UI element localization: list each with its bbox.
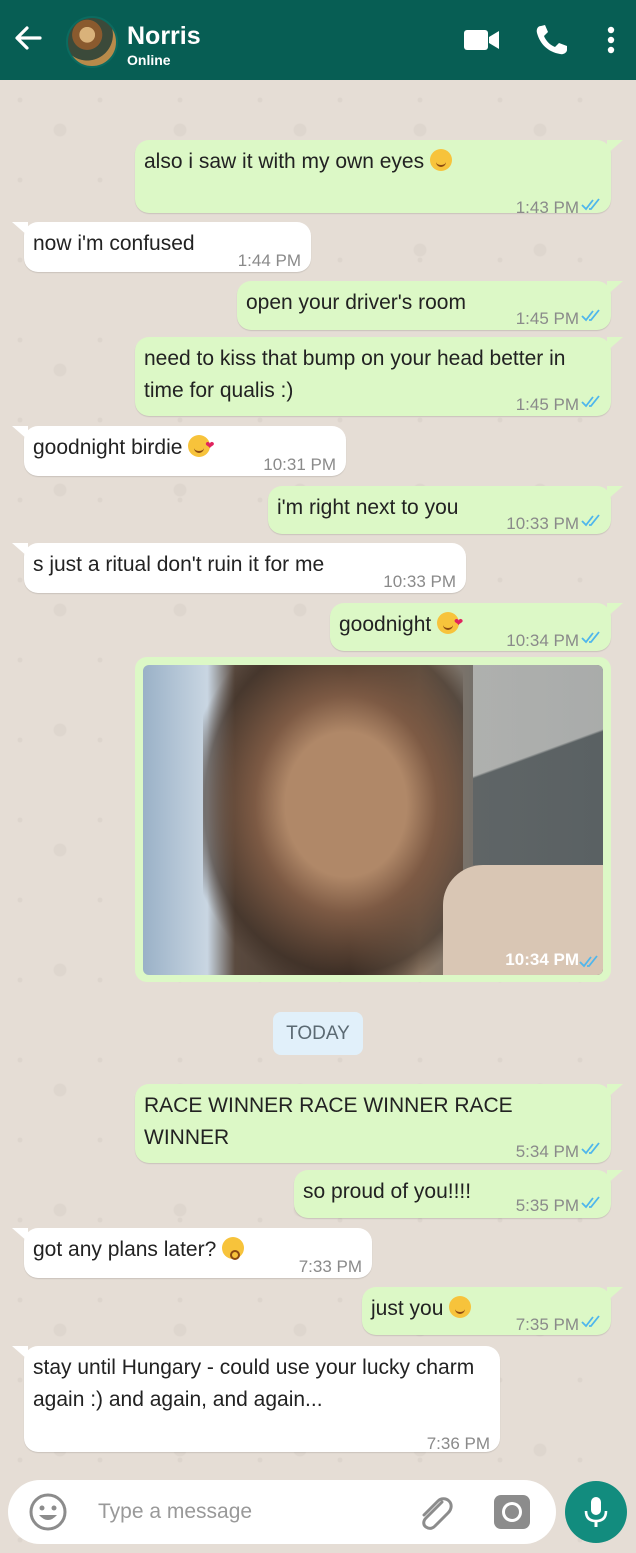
smiling-face-emoji-icon [430, 149, 453, 171]
read-tick-icon [581, 395, 600, 408]
message-text: now i'm confused [33, 232, 195, 255]
message-text: goodnight [339, 613, 432, 636]
message-bubble-incoming[interactable]: s just a ritual don't ruin it for me 10:… [12, 543, 466, 593]
message-time: 10:33 PM [383, 572, 456, 591]
kiss-face-emoji-icon [437, 607, 463, 639]
message-time: 10:34 PM [505, 950, 579, 969]
message-time: 1:44 PM [237, 251, 301, 270]
message-bubble-outgoing[interactable]: RACE WINNER RACE WINNER RACE WINNER 5:34… [135, 1084, 623, 1163]
date-separator: TODAY [273, 1012, 363, 1055]
message-time: 5:35 PM [515, 1196, 579, 1215]
contact-status: Online [127, 52, 171, 68]
contact-name[interactable]: Norris [127, 22, 201, 51]
read-tick-icon [579, 955, 598, 968]
message-time: 5:34 PM [515, 1142, 579, 1161]
message-time: 1:45 PM [515, 309, 579, 328]
dizzy-face-emoji-icon [222, 1237, 245, 1260]
message-bubble-outgoing[interactable]: also i saw it with my own eyes 1:43 PM [135, 140, 623, 217]
phone-call-icon[interactable] [532, 22, 572, 58]
chat-header: Norris Online [0, 0, 636, 80]
message-text: s just a ritual don't ruin it for me [33, 553, 325, 576]
message-text: i'm right next to you [277, 496, 459, 519]
message-bubble-incoming[interactable]: stay until Hungary - could use your luck… [12, 1346, 500, 1453]
message-time: 1:45 PM [515, 395, 579, 414]
attachment-icon[interactable] [412, 1492, 456, 1536]
read-tick-icon [581, 1142, 600, 1155]
message-time: 10:33 PM [506, 514, 579, 533]
message-time: 7:35 PM [515, 1315, 579, 1334]
message-time: 1:43 PM [515, 198, 579, 217]
message-bubble-outgoing[interactable]: goodnight 10:34 PM [330, 603, 623, 651]
message-time: 10:31 PM [263, 455, 336, 474]
message-input[interactable] [98, 1494, 398, 1530]
message-bubble-incoming[interactable]: goodnight birdie 10:31 PM [12, 426, 346, 476]
kiss-face-emoji-icon [188, 430, 214, 462]
message-text: open your driver's room [246, 291, 466, 314]
camera-icon[interactable] [492, 1492, 532, 1532]
back-arrow-icon[interactable] [10, 20, 46, 56]
message-time: 7:36 PM [426, 1434, 490, 1453]
message-text: just you [371, 1297, 444, 1320]
read-tick-icon [581, 309, 600, 322]
video-call-icon[interactable] [462, 22, 502, 58]
message-text: stay until Hungary - could use your luck… [33, 1356, 475, 1411]
message-bubble-outgoing[interactable]: need to kiss that bump on your head bett… [135, 337, 623, 416]
read-tick-icon [581, 631, 600, 644]
message-bubble-outgoing[interactable]: just you 7:35 PM [362, 1287, 623, 1335]
message-bubble-incoming[interactable]: now i'm confused 1:44 PM [12, 222, 311, 272]
contact-avatar[interactable] [66, 16, 118, 68]
message-time: 7:33 PM [298, 1257, 362, 1276]
microphone-button[interactable] [565, 1481, 627, 1543]
message-bubble-incoming[interactable]: got any plans later? 7:33 PM [12, 1228, 372, 1278]
message-bubble-outgoing[interactable]: so proud of you!!!! 5:35 PM [294, 1170, 623, 1218]
message-bubble-outgoing[interactable]: open your driver's room 1:45 PM [237, 281, 623, 330]
message-text: goodnight birdie [33, 436, 183, 459]
read-tick-icon [581, 514, 600, 527]
message-bubble-outgoing[interactable]: i'm right next to you 10:33 PM [268, 486, 623, 534]
read-tick-icon [581, 198, 600, 211]
message-time: 10:34 PM [506, 631, 579, 650]
message-text: also i saw it with my own eyes [144, 150, 425, 173]
message-composer [8, 1480, 556, 1544]
message-photo[interactable] [143, 665, 603, 975]
emoji-icon[interactable] [28, 1492, 68, 1532]
message-text: so proud of you!!!! [303, 1180, 472, 1203]
message-photo-bubble[interactable]: 10:34 PM [135, 657, 611, 982]
message-text: got any plans later? [33, 1238, 217, 1261]
microphone-icon [584, 1497, 608, 1527]
read-tick-icon [581, 1196, 600, 1209]
more-options-icon[interactable] [596, 22, 626, 58]
smiling-face-emoji-icon [449, 1296, 472, 1318]
read-tick-icon [581, 1315, 600, 1328]
